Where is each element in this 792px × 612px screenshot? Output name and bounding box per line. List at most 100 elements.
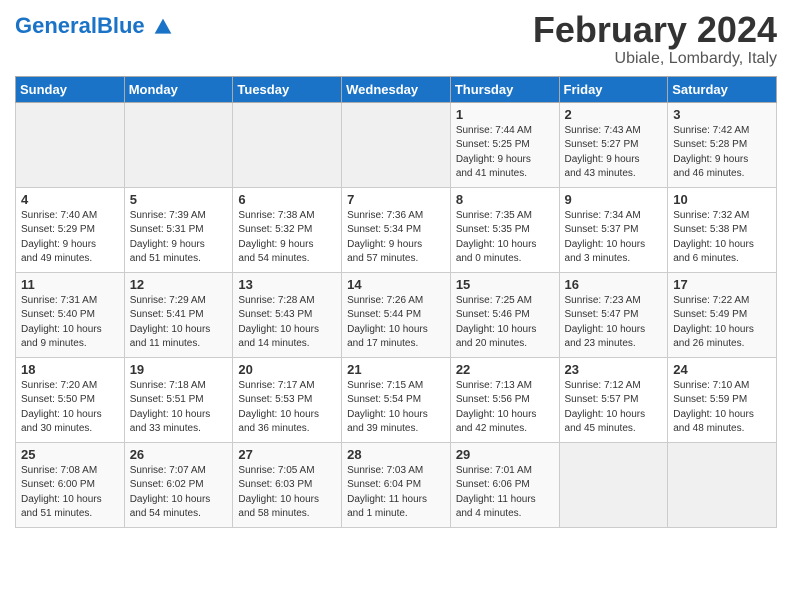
- calendar-cell: [16, 102, 125, 187]
- calendar-header: SundayMondayTuesdayWednesdayThursdayFrid…: [16, 76, 777, 102]
- weekday-header: Wednesday: [342, 76, 451, 102]
- calendar-cell: 28 Sunrise: 7:03 AMSunset: 6:04 PMDayligh…: [342, 442, 451, 527]
- day-number: 21: [347, 362, 445, 377]
- day-number: 5: [130, 192, 228, 207]
- day-info: Sunrise: 7:10 AMSunset: 5:59 PMDaylight:…: [673, 379, 771, 437]
- day-info: Sunrise: 7:31 AMSunset: 5:40 PMDaylight:…: [21, 294, 119, 352]
- day-number: 23: [565, 362, 663, 377]
- calendar-week: 11 Sunrise: 7:31 AMSunset: 5:40 PMDayligh…: [16, 272, 777, 357]
- calendar-cell: [124, 102, 233, 187]
- day-info: Sunrise: 7:15 AMSunset: 5:54 PMDaylight:…: [347, 379, 445, 437]
- weekday-header: Monday: [124, 76, 233, 102]
- day-info: Sunrise: 7:38 AMSunset: 5:32 PMDaylight:…: [238, 209, 336, 267]
- day-info: Sunrise: 7:40 AMSunset: 5:29 PMDaylight:…: [21, 209, 119, 267]
- title-block: February 2024 Ubiale, Lombardy, Italy: [533, 10, 777, 68]
- day-number: 16: [565, 277, 663, 292]
- day-info: Sunrise: 7:03 AMSunset: 6:04 PMDaylight:…: [347, 464, 445, 522]
- day-number: 22: [456, 362, 554, 377]
- day-number: 8: [456, 192, 554, 207]
- weekday-header: Thursday: [450, 76, 559, 102]
- day-info: Sunrise: 7:26 AMSunset: 5:44 PMDaylight:…: [347, 294, 445, 352]
- calendar-cell: 15Sunrise: 7:25 AMSunset: 5:46 PMDayligh…: [450, 272, 559, 357]
- calendar-cell: 5 Sunrise: 7:39 AMSunset: 5:31 PMDaylight…: [124, 187, 233, 272]
- calendar-cell: 20 Sunrise: 7:17 AMSunset: 5:53 PMDayligh…: [233, 357, 342, 442]
- calendar-cell: [342, 102, 451, 187]
- day-number: 17: [673, 277, 771, 292]
- calendar-cell: 12 Sunrise: 7:29 AMSunset: 5:41 PMDayligh…: [124, 272, 233, 357]
- logo-blue: Blue: [97, 13, 145, 38]
- day-number: 20: [238, 362, 336, 377]
- calendar-week: 4Sunrise: 7:40 AMSunset: 5:29 PMDaylight…: [16, 187, 777, 272]
- calendar-cell: 17 Sunrise: 7:22 AMSunset: 5:49 PMDayligh…: [668, 272, 777, 357]
- day-info: Sunrise: 7:36 AMSunset: 5:34 PMDaylight:…: [347, 209, 445, 267]
- day-info: Sunrise: 7:34 AMSunset: 5:37 PMDaylight:…: [565, 209, 663, 267]
- day-number: 12: [130, 277, 228, 292]
- logo: GeneralBlue: [15, 15, 173, 37]
- day-number: 9: [565, 192, 663, 207]
- calendar-cell: 21 Sunrise: 7:15 AMSunset: 5:54 PMDayligh…: [342, 357, 451, 442]
- calendar-cell: 24 Sunrise: 7:10 AMSunset: 5:59 PMDayligh…: [668, 357, 777, 442]
- day-number: 28: [347, 447, 445, 462]
- calendar-cell: 6 Sunrise: 7:38 AMSunset: 5:32 PMDaylight…: [233, 187, 342, 272]
- day-number: 1: [456, 107, 554, 122]
- calendar-cell: 23Sunrise: 7:12 AMSunset: 5:57 PMDayligh…: [559, 357, 668, 442]
- day-info: Sunrise: 7:44 AMSunset: 5:25 PMDaylight:…: [456, 124, 554, 182]
- day-number: 27: [238, 447, 336, 462]
- day-number: 10: [673, 192, 771, 207]
- day-number: 25: [21, 447, 119, 462]
- logo-icon: [153, 17, 173, 37]
- day-number: 14: [347, 277, 445, 292]
- day-number: 26: [130, 447, 228, 462]
- day-number: 19: [130, 362, 228, 377]
- calendar-cell: [668, 442, 777, 527]
- calendar-cell: 13 Sunrise: 7:28 AMSunset: 5:43 PMDayligh…: [233, 272, 342, 357]
- day-info: Sunrise: 7:05 AMSunset: 6:03 PMDaylight:…: [238, 464, 336, 522]
- calendar-subtitle: Ubiale, Lombardy, Italy: [533, 50, 777, 68]
- day-info: Sunrise: 7:20 AMSunset: 5:50 PMDaylight:…: [21, 379, 119, 437]
- weekday-header: Friday: [559, 76, 668, 102]
- calendar-cell: 4Sunrise: 7:40 AMSunset: 5:29 PMDaylight…: [16, 187, 125, 272]
- day-number: 13: [238, 277, 336, 292]
- day-number: 29: [456, 447, 554, 462]
- day-number: 18: [21, 362, 119, 377]
- calendar-cell: 19 Sunrise: 7:18 AMSunset: 5:51 PMDayligh…: [124, 357, 233, 442]
- day-info: Sunrise: 7:35 AMSunset: 5:35 PMDaylight:…: [456, 209, 554, 267]
- calendar-cell: 7Sunrise: 7:36 AMSunset: 5:34 PMDaylight…: [342, 187, 451, 272]
- logo-general: General: [15, 13, 97, 38]
- day-info: Sunrise: 7:23 AMSunset: 5:47 PMDaylight:…: [565, 294, 663, 352]
- calendar-cell: 11 Sunrise: 7:31 AMSunset: 5:40 PMDayligh…: [16, 272, 125, 357]
- day-info: Sunrise: 7:13 AMSunset: 5:56 PMDaylight:…: [456, 379, 554, 437]
- calendar-cell: 16 Sunrise: 7:23 AMSunset: 5:47 PMDayligh…: [559, 272, 668, 357]
- day-info: Sunrise: 7:07 AMSunset: 6:02 PMDaylight:…: [130, 464, 228, 522]
- calendar-title: February 2024: [533, 10, 777, 50]
- weekday-row: SundayMondayTuesdayWednesdayThursdayFrid…: [16, 76, 777, 102]
- day-number: 24: [673, 362, 771, 377]
- calendar-cell: 14 Sunrise: 7:26 AMSunset: 5:44 PMDayligh…: [342, 272, 451, 357]
- weekday-header: Saturday: [668, 76, 777, 102]
- day-number: 11: [21, 277, 119, 292]
- calendar-cell: 2Sunrise: 7:43 AMSunset: 5:27 PMDaylight…: [559, 102, 668, 187]
- day-info: Sunrise: 7:32 AMSunset: 5:38 PMDaylight:…: [673, 209, 771, 267]
- day-info: Sunrise: 7:28 AMSunset: 5:43 PMDaylight:…: [238, 294, 336, 352]
- calendar-cell: 22 Sunrise: 7:13 AMSunset: 5:56 PMDayligh…: [450, 357, 559, 442]
- calendar-cell: 9 Sunrise: 7:34 AMSunset: 5:37 PMDaylight…: [559, 187, 668, 272]
- calendar-cell: 10 Sunrise: 7:32 AMSunset: 5:38 PMDayligh…: [668, 187, 777, 272]
- day-info: Sunrise: 7:29 AMSunset: 5:41 PMDaylight:…: [130, 294, 228, 352]
- day-info: Sunrise: 7:17 AMSunset: 5:53 PMDaylight:…: [238, 379, 336, 437]
- calendar-cell: 26 Sunrise: 7:07 AMSunset: 6:02 PMDayligh…: [124, 442, 233, 527]
- day-info: Sunrise: 7:39 AMSunset: 5:31 PMDaylight:…: [130, 209, 228, 267]
- calendar-cell: 27 Sunrise: 7:05 AMSunset: 6:03 PMDayligh…: [233, 442, 342, 527]
- calendar-week: 25 Sunrise: 7:08 AMSunset: 6:00 PMDayligh…: [16, 442, 777, 527]
- day-info: Sunrise: 7:18 AMSunset: 5:51 PMDaylight:…: [130, 379, 228, 437]
- day-number: 3: [673, 107, 771, 122]
- calendar-cell: 3Sunrise: 7:42 AMSunset: 5:28 PMDaylight…: [668, 102, 777, 187]
- calendar-body: 1 Sunrise: 7:44 AMSunset: 5:25 PMDaylight…: [16, 102, 777, 527]
- day-info: Sunrise: 7:08 AMSunset: 6:00 PMDaylight:…: [21, 464, 119, 522]
- day-number: 6: [238, 192, 336, 207]
- calendar-cell: 8 Sunrise: 7:35 AMSunset: 5:35 PMDaylight…: [450, 187, 559, 272]
- day-info: Sunrise: 7:01 AMSunset: 6:06 PMDaylight:…: [456, 464, 554, 522]
- day-number: 2: [565, 107, 663, 122]
- weekday-header: Tuesday: [233, 76, 342, 102]
- page-header: GeneralBlue February 2024 Ubiale, Lombar…: [15, 10, 777, 68]
- day-info: Sunrise: 7:22 AMSunset: 5:49 PMDaylight:…: [673, 294, 771, 352]
